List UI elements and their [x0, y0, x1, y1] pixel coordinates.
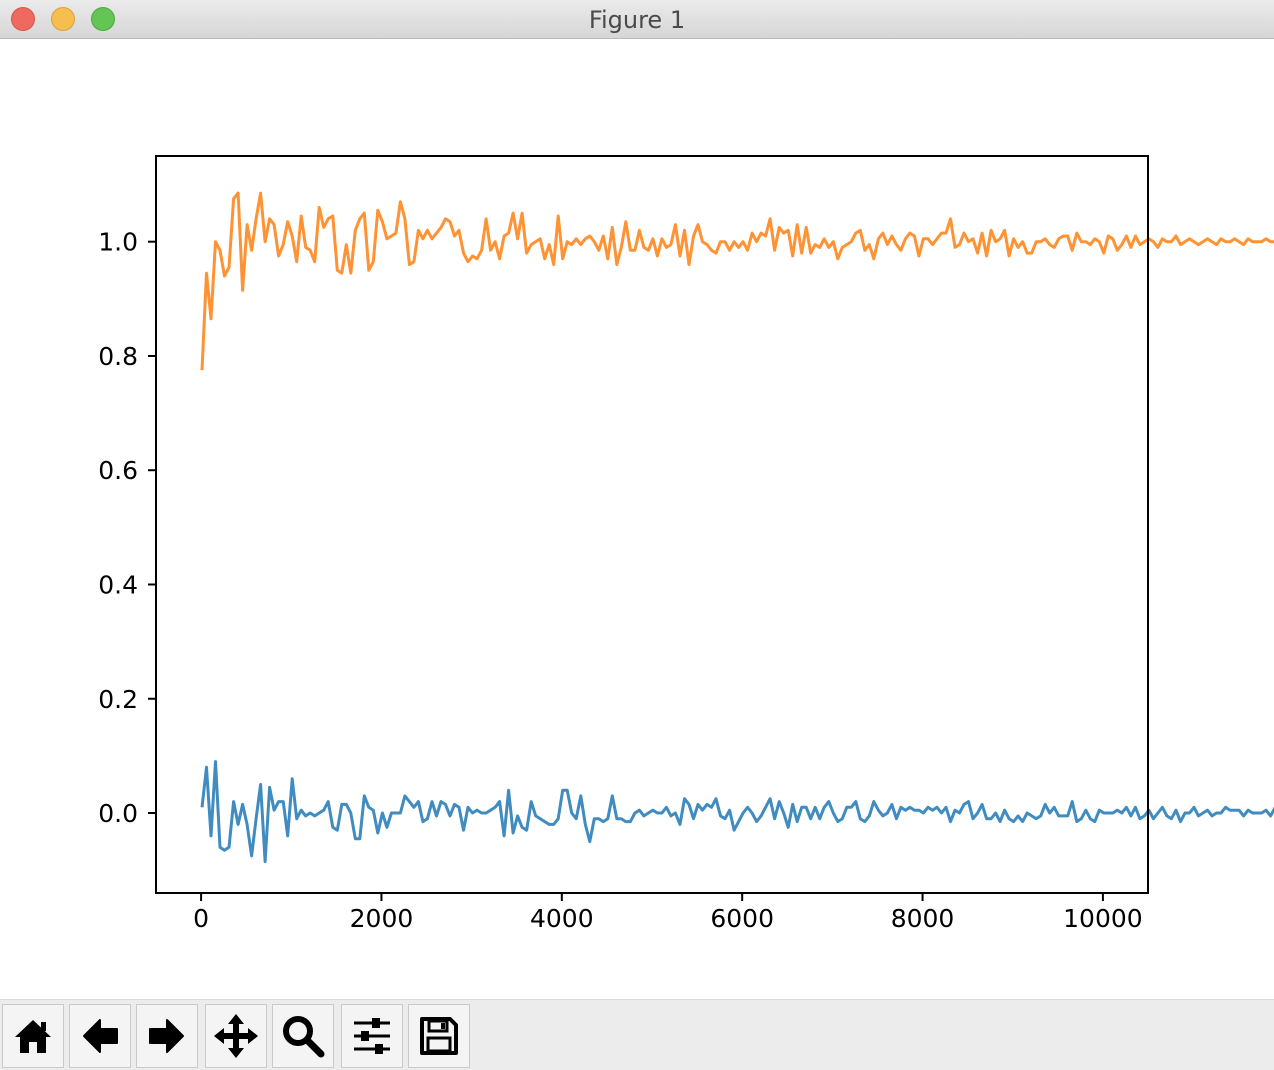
y-tick-label: 0.8	[98, 342, 138, 371]
y-tick-label: 1.0	[98, 228, 138, 257]
figure-canvas[interactable]: 0 2000 4000 6000 8000 10000 0.0 0.2 0.4 0.6 0.8 1.0	[0, 39, 1274, 999]
x-tick-label: 2000	[350, 904, 414, 933]
y-tick-label: 0.6	[98, 456, 138, 485]
y-tick-label: 0.0	[98, 799, 138, 828]
x-tick-label: 10000	[1063, 904, 1143, 933]
window-titlebar: Figure 1	[0, 0, 1274, 39]
series-line-1	[200, 760, 1274, 864]
home-button[interactable]	[2, 1004, 64, 1068]
y-tick-label: 0.2	[98, 685, 138, 714]
x-tick-label: 6000	[710, 904, 774, 933]
x-tick-label: 0	[193, 904, 209, 933]
window-title: Figure 1	[588, 6, 686, 34]
x-tick-label: 4000	[530, 904, 594, 933]
back-button[interactable]	[69, 1004, 131, 1068]
x-tick-label: 8000	[891, 904, 955, 933]
move-icon	[214, 1014, 258, 1058]
forward-button[interactable]	[136, 1004, 198, 1068]
floppy-disk-icon	[420, 1017, 458, 1055]
series-line-2	[200, 191, 1274, 371]
save-button[interactable]	[408, 1004, 470, 1068]
configure-subplots-button[interactable]	[341, 1004, 403, 1068]
sliders-icon	[354, 1018, 390, 1054]
zoom-button[interactable]	[272, 1004, 334, 1068]
pan-button[interactable]	[205, 1004, 267, 1068]
magnifier-icon	[283, 1016, 325, 1058]
arrow-left-icon	[83, 1019, 118, 1053]
arrow-right-icon	[149, 1019, 184, 1053]
home-icon	[15, 1020, 51, 1053]
line-chart: 0 2000 4000 6000 8000 10000 0.0 0.2 0.4 0.6 0.8 1.0	[98, 155, 1274, 933]
y-tick-label: 0.4	[98, 570, 138, 599]
axes-frame	[155, 155, 1149, 894]
navigation-toolbar	[0, 999, 1274, 1070]
